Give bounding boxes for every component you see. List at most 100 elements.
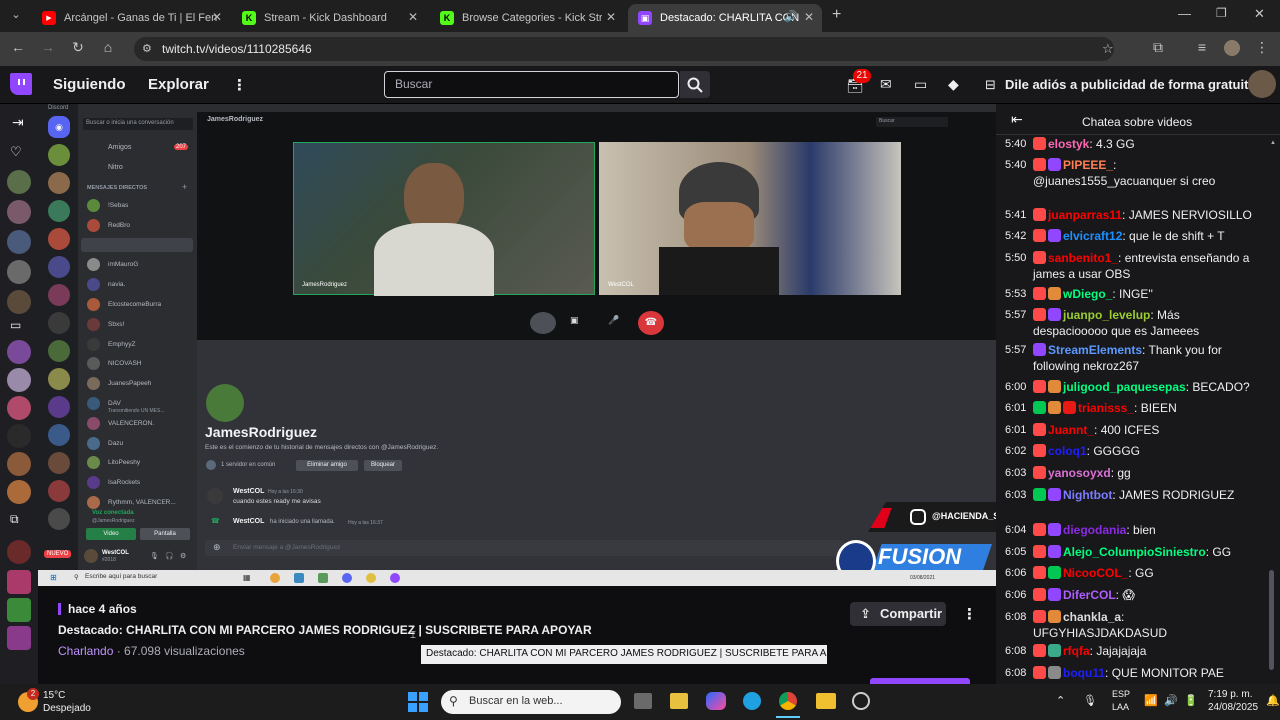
chat-message[interactable]: Nightbot: JAMES RODRIGUEZ — [1033, 487, 1253, 503]
language-2[interactable]: LAA — [1112, 702, 1129, 712]
chat-username[interactable]: diegodania — [1063, 523, 1126, 537]
chat-username[interactable]: elvicraft12 — [1063, 229, 1122, 243]
chat-message[interactable]: yanosoyxd: gg — [1033, 465, 1253, 481]
chat-message[interactable]: coloq1: GGGGG — [1033, 443, 1253, 459]
channel-avatar[interactable] — [7, 290, 31, 314]
chat-message[interactable]: juanpo_levelup: Más despaciooooo que es … — [1033, 307, 1253, 339]
nav-explore[interactable]: Explorar — [148, 76, 209, 93]
channel-avatar[interactable] — [7, 230, 31, 254]
battery-icon[interactable]: 🔋 — [1184, 694, 1198, 707]
close-tab-icon[interactable]: ✕ — [804, 10, 814, 24]
browser-tab-1[interactable]: ▶ Arcángel - Ganas de Ti | El Fen ✕ — [32, 4, 230, 32]
chat-message[interactable]: elvicraft12: que le de shift + T — [1033, 228, 1253, 244]
back-icon[interactable]: ← — [8, 39, 28, 55]
channel-link[interactable]: Charlando — [58, 644, 113, 658]
chat-message[interactable]: boqu11: QUE MONITOR PAE — [1033, 665, 1253, 681]
chat-username[interactable]: juanparras11 — [1048, 208, 1122, 222]
tab-search-icon[interactable]: ⌄ — [6, 8, 26, 21]
chat-message[interactable]: trianisss_: BIEEN — [1033, 400, 1253, 416]
chat-username[interactable]: rfqfa — [1063, 644, 1090, 658]
wifi-icon[interactable]: 📶 — [1144, 694, 1158, 707]
chat-message[interactable]: juligood_paquesepas: BECADO? — [1033, 379, 1253, 395]
reading-list-icon[interactable]: ≡ — [1192, 39, 1212, 55]
chat-username[interactable]: chankla_a — [1063, 610, 1121, 624]
close-tab-icon[interactable]: ✕ — [408, 10, 418, 24]
tray-mic-icon[interactable]: 🎙 — [1083, 694, 1097, 707]
heart-icon[interactable]: ♡ — [10, 144, 22, 160]
chat-message[interactable]: Juannt_: 400 ICFES — [1033, 422, 1253, 438]
chat-message[interactable]: chankla_a: UFGYHIASJDAKDASUD — [1033, 609, 1253, 641]
chat-username[interactable]: PIPEEE_ — [1063, 158, 1113, 172]
task-view-icon[interactable] — [634, 693, 652, 709]
chrome-menu-icon[interactable]: ⋮ — [1252, 39, 1272, 56]
temperature[interactable]: 15°C — [43, 690, 65, 701]
chat-message[interactable]: sanbenito1_: entrevista enseñando a jame… — [1033, 250, 1253, 282]
chat-message[interactable]: juanparras11: JAMES NERVIOSILLO — [1033, 207, 1253, 223]
twitch-logo-icon[interactable] — [10, 73, 32, 95]
chat-message[interactable]: DiferCOL: 😱 — [1033, 587, 1253, 603]
chat-username[interactable]: wDiego_ — [1063, 287, 1112, 301]
chat-username[interactable]: Juannt_ — [1048, 423, 1094, 437]
search-button[interactable] — [680, 71, 710, 98]
maximize-button[interactable]: ❐ — [1216, 6, 1227, 20]
chat-username[interactable]: DiferCOL — [1063, 588, 1116, 602]
browser-tab-4-active[interactable]: ▣ Destacado: CHARLITA CON 🔊 ✕ — [628, 4, 822, 32]
chat-username[interactable]: elostyk — [1048, 137, 1089, 151]
chat-message[interactable]: rfqfa: Jajajajaja — [1033, 643, 1253, 659]
chat-message[interactable]: diegodania: bien — [1033, 522, 1253, 538]
bookmark-star-icon[interactable]: ☆ — [1102, 37, 1114, 61]
mail-icon[interactable]: ✉ — [880, 76, 892, 93]
chat-message[interactable]: elostyk: 4.3 GG — [1033, 136, 1253, 152]
chat-username[interactable]: NicooCOL_ — [1063, 566, 1128, 580]
folder-icon[interactable] — [816, 693, 836, 709]
new-tab-button[interactable]: + — [832, 6, 841, 24]
file-explorer-icon[interactable] — [670, 693, 688, 709]
chat-message[interactable]: wDiego_: INGE'' — [1033, 286, 1253, 302]
channel-avatar[interactable] — [7, 598, 31, 622]
close-window-button[interactable]: ✕ — [1254, 6, 1265, 22]
channel-avatar[interactable] — [7, 260, 31, 284]
browser-tab-2[interactable]: K Stream - Kick Dashboard ✕ — [232, 4, 426, 32]
channel-avatar[interactable] — [7, 626, 31, 650]
chat-username[interactable]: sanbenito1_ — [1048, 251, 1118, 265]
chat-username[interactable]: juligood_paquesepas — [1063, 380, 1186, 394]
chat-message[interactable]: Alejo_ColumpioSiniestro: GG — [1033, 544, 1253, 560]
channel-avatar[interactable] — [7, 570, 31, 594]
copilot-icon[interactable] — [706, 692, 726, 710]
chat-scrollbar[interactable]: ▲ — [1268, 140, 1276, 680]
windows-start-icon[interactable] — [408, 692, 428, 712]
channel-avatar[interactable] — [7, 368, 31, 392]
address-bar[interactable]: ⚙ twitch.tv/videos/1110285646 ☆ — [134, 37, 1114, 61]
user-avatar[interactable] — [1248, 70, 1276, 98]
audio-playing-icon[interactable]: 🔊 — [784, 10, 798, 23]
weather-desc[interactable]: Despejado — [43, 703, 91, 714]
chat-username[interactable]: boqu11 — [1063, 666, 1105, 680]
channel-avatar[interactable] — [7, 424, 31, 448]
volume-icon[interactable]: 🔊 — [1164, 694, 1178, 707]
channel-avatar[interactable] — [7, 540, 31, 564]
clock-date[interactable]: 24/08/2025 — [1208, 702, 1258, 713]
notifications-icon[interactable]: 🔔 — [1266, 694, 1280, 707]
channel-avatar[interactable] — [7, 396, 31, 420]
chat-username[interactable]: juanpo_levelup — [1063, 308, 1150, 322]
tray-expand-icon[interactable]: ⌃ — [1056, 694, 1065, 707]
language-1[interactable]: ESP — [1112, 689, 1130, 699]
chat-username[interactable]: StreamElements — [1048, 343, 1142, 357]
chat-username[interactable]: coloq1 — [1048, 444, 1087, 458]
whispers-icon[interactable]: ▭ — [914, 76, 927, 93]
channel-avatar[interactable] — [7, 340, 31, 364]
collapse-chat-icon[interactable]: ⇤ — [1011, 111, 1023, 128]
home-icon[interactable]: ⌂ — [98, 39, 118, 55]
chat-username[interactable]: trianisss_ — [1078, 401, 1134, 415]
channel-avatar[interactable] — [7, 200, 31, 224]
browser-tab-3[interactable]: K Browse Categories - Kick Stream ✕ — [430, 4, 624, 32]
nav-following[interactable]: Siguiendo — [53, 76, 126, 93]
channel-avatar[interactable] — [7, 452, 31, 476]
chat-message[interactable]: StreamElements: Thank you for following … — [1033, 342, 1253, 374]
minimize-button[interactable]: — — [1178, 6, 1191, 21]
chat-message[interactable]: PIPEEE_: @juanes1555_yacuanquer si creo — [1033, 157, 1253, 189]
close-tab-icon[interactable]: ✕ — [212, 10, 222, 24]
site-info-icon[interactable]: ⚙ — [142, 37, 152, 61]
share-button[interactable]: ⇪ Compartir — [850, 602, 946, 626]
search-input[interactable]: Buscar — [384, 71, 679, 98]
